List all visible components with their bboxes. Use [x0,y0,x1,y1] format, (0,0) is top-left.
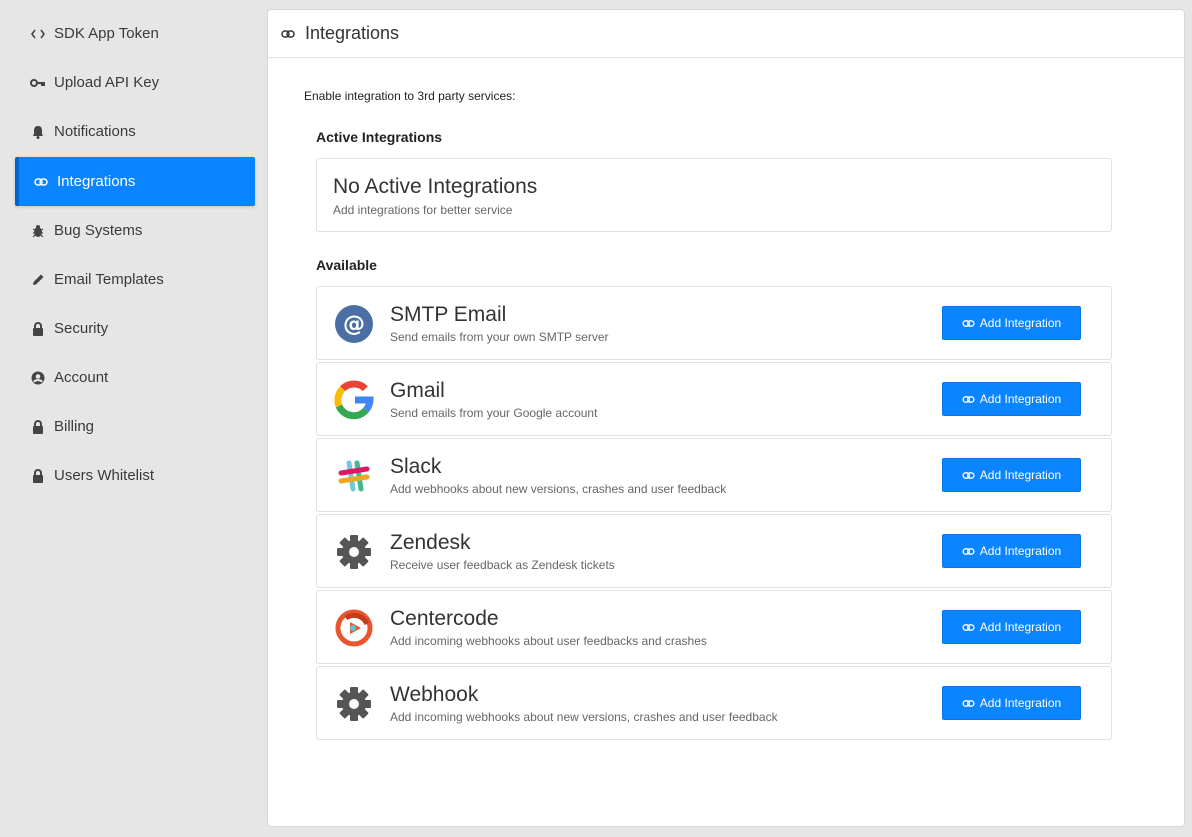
bug-icon [30,223,46,239]
add-integration-label: Add Integration [979,392,1062,406]
sidebar-item-upload-api-key[interactable]: Upload API Key [15,58,255,107]
sidebar-item-label: Security [54,320,109,337]
add-integration-button[interactable]: Add Integration [942,458,1081,492]
sidebar-item-label: Integrations [57,173,136,190]
integration-name: Zendesk [390,531,471,554]
integration-name: SMTP Email [390,303,507,326]
centercode-icon [333,607,375,649]
link-icon [33,174,49,190]
active-integrations-empty-state: No Active Integrations Add integrations … [316,158,1112,232]
sidebar-item-label: Account [54,369,109,386]
sidebar: SDK App Token Upload API Key Notificatio… [0,0,268,837]
link-icon [962,468,976,482]
integrations-panel: Integrations Enable integration to 3rd p… [267,9,1185,827]
lock-icon [30,468,46,484]
sidebar-item-label: Users Whitelist [54,467,155,484]
integration-description: Send emails from your own SMTP server [390,330,609,344]
code-icon [30,26,46,42]
list-item: Slack Add webhooks about new versions, c… [316,438,1112,512]
sidebar-item-billing[interactable]: Billing [15,402,255,451]
integration-name: Gmail [390,379,445,402]
list-item: Centercode Add incoming webhooks about u… [316,590,1112,664]
empty-state-subtitle: Add integrations for better service [333,203,513,217]
sidebar-item-label: Email Templates [54,271,164,288]
integration-name: Webhook [390,683,479,706]
add-integration-label: Add Integration [979,468,1062,482]
integration-description: Add webhooks about new versions, crashes… [390,482,727,496]
lock-icon [30,321,46,337]
page-title: Integrations [305,23,400,43]
link-icon [281,26,297,42]
active-integrations-heading: Active Integrations [316,129,443,145]
integration-name: Centercode [390,607,499,630]
list-item: @ SMTP Email Send emails from your own S… [316,286,1112,360]
panel-header: Integrations [268,10,1184,58]
sidebar-item-label: Upload API Key [54,74,160,91]
sidebar-item-sdk-app-token[interactable]: SDK App Token [15,9,255,58]
sidebar-item-account[interactable]: Account [15,353,255,402]
add-integration-button[interactable]: Add Integration [942,610,1081,644]
integration-description: Add incoming webhooks about user feedbac… [390,634,707,648]
integration-description: Send emails from your Google account [390,406,598,420]
integration-name: Slack [390,455,442,478]
google-icon [333,379,375,421]
integration-description: Receive user feedback as Zendesk tickets [390,558,615,572]
svg-text:@: @ [343,312,365,337]
gear-icon [333,683,375,725]
sidebar-item-email-templates[interactable]: Email Templates [15,255,255,304]
pencil-icon [30,272,46,288]
add-integration-label: Add Integration [979,696,1062,710]
sidebar-item-label: Bug Systems [54,222,143,239]
list-item: Gmail Send emails from your Google accou… [316,362,1112,436]
link-icon [962,544,976,558]
sidebar-item-integrations[interactable]: Integrations [15,157,255,206]
bell-icon [30,124,46,140]
sidebar-item-label: Billing [54,418,95,435]
available-heading: Available [316,257,377,273]
link-icon [962,696,976,710]
link-icon [962,392,976,406]
sidebar-item-label: SDK App Token [54,25,159,42]
add-integration-button[interactable]: Add Integration [942,534,1081,568]
sidebar-item-security[interactable]: Security [15,304,255,353]
sidebar-item-notifications[interactable]: Notifications [15,107,255,156]
link-icon [962,316,976,330]
gear-icon [333,531,375,573]
add-integration-button[interactable]: Add Integration [942,686,1081,720]
sidebar-item-label: Notifications [54,123,136,140]
add-integration-button[interactable]: Add Integration [942,306,1081,340]
key-icon [30,75,46,91]
sidebar-item-users-whitelist[interactable]: Users Whitelist [15,451,255,500]
intro-text: Enable integration to 3rd party services… [304,89,516,103]
slack-icon [333,455,375,497]
list-item: Webhook Add incoming webhooks about new … [316,666,1112,740]
sidebar-item-bug-systems[interactable]: Bug Systems [15,206,255,255]
link-icon [962,620,976,634]
user-circle-icon [30,370,46,386]
add-integration-label: Add Integration [979,544,1062,558]
integration-description: Add incoming webhooks about new versions… [390,710,778,724]
add-integration-label: Add Integration [979,316,1062,330]
lock-icon [30,419,46,435]
list-item: Zendesk Receive user feedback as Zendesk… [316,514,1112,588]
smtp-at-icon: @ [333,303,375,345]
add-integration-label: Add Integration [979,620,1062,634]
empty-state-title: No Active Integrations [333,175,538,198]
add-integration-button[interactable]: Add Integration [942,382,1081,416]
